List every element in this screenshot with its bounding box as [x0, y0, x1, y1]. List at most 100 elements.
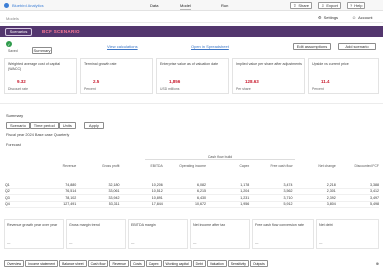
edit-assumptions-button[interactable]: Edit assumptions	[293, 43, 331, 50]
app-logo-icon	[4, 3, 9, 8]
mini-title: Gross margin trend	[69, 223, 100, 227]
column-header[interactable]: Net change	[293, 164, 335, 178]
table-cell: 3,804	[326, 202, 336, 207]
kpi-card-wacc[interactable]: Weighted average cost of capital (WACC) …	[4, 58, 77, 94]
check-icon: ✓	[6, 41, 12, 47]
top-bar: Bluebird Analytics Data Model Run ⇧ Shar…	[0, 0, 383, 11]
status-text: Saved	[8, 49, 18, 53]
kpi-title: Terminal growth rate	[84, 62, 117, 66]
sheet-tab-costs[interactable]: Costs	[130, 260, 145, 267]
mini-card-gross-margin[interactable]: Gross margin trend —	[66, 219, 126, 249]
table-header: Cash flow build Revenue Gross profit EBI…	[5, 152, 379, 180]
column-header[interactable]: Gross profit	[76, 164, 120, 178]
mini-value: —	[131, 241, 135, 245]
open-spreadsheet-link[interactable]: Open in Spreadsheet	[191, 44, 229, 49]
table-cell: 3,474	[283, 182, 293, 187]
mini-card-fcf-conversion[interactable]: Free cash flow conversion rate —	[252, 219, 314, 249]
account-link[interactable]: ☺ Account	[352, 15, 373, 20]
mini-value: —	[69, 241, 73, 245]
row-label: Q4	[5, 202, 10, 207]
table-cell: 3,497	[370, 195, 379, 200]
sheet-tab-overview[interactable]: Overview	[4, 260, 25, 267]
column-header[interactable]: Discounted FCF	[336, 164, 380, 178]
export-icon: ⇩	[321, 3, 325, 8]
sheet-tab-revenue[interactable]: Revenue	[109, 260, 130, 267]
table-cell: 6,082	[197, 182, 206, 187]
help-icon: ?	[350, 3, 353, 8]
mini-card-net-income[interactable]: Net income after tax —	[190, 219, 250, 249]
table-cell: 17,844	[151, 202, 163, 207]
table-group-header: Cash flow build	[145, 155, 295, 160]
column-header[interactable]: Free cash flow	[249, 164, 292, 178]
share-label: Share	[298, 3, 310, 8]
column-header[interactable]: Capex	[206, 164, 249, 178]
column-header[interactable]: EBITDA	[120, 164, 163, 178]
table-cell: 53,311	[108, 202, 120, 207]
sheet-tab-valuation[interactable]: Valuation	[206, 260, 227, 267]
table-cell: 5,498	[370, 202, 379, 207]
help-button[interactable]: ? Help	[347, 2, 366, 9]
table-cell: 76,514	[65, 189, 77, 194]
table-cell: 5,912	[283, 202, 293, 207]
table-cell: 10,891	[151, 195, 163, 200]
sheet-tab-debt[interactable]: Debt	[192, 260, 206, 267]
section-divider	[0, 103, 383, 104]
settings-label: Settings	[323, 15, 339, 20]
sheet-tab-balance-sheet[interactable]: Balance sheet	[59, 260, 87, 267]
kpi-value: 9.32	[17, 79, 26, 84]
table-cell: 1,956	[240, 202, 250, 207]
user-icon: ☺	[352, 15, 357, 20]
brand-name: Bluebird Analytics	[12, 3, 44, 8]
apply-filters-button[interactable]: Apply	[83, 122, 104, 129]
kpi-card-enterprise-value[interactable]: Enterprise value as of valuation date 1,…	[156, 58, 229, 94]
share-button[interactable]: ⇧ Share	[290, 2, 313, 9]
sheet-tab-sensitivity[interactable]: Sensitivity	[227, 260, 249, 267]
export-button[interactable]: ⇩ Export	[318, 2, 341, 9]
table-cell: 3,710	[283, 195, 293, 200]
nav-item-run[interactable]: Run	[221, 3, 228, 8]
table-cell: 10,672	[195, 202, 206, 207]
mini-card-ebitda-margin[interactable]: EBITDA margin —	[128, 219, 188, 249]
table-cell: 2,392	[326, 195, 336, 200]
sheet-tab-cash-flow[interactable]: Cash flow	[87, 260, 109, 267]
brand[interactable]: Bluebird Analytics	[4, 3, 44, 8]
filter-units[interactable]: Units	[58, 122, 76, 129]
add-scenario-button[interactable]: Add scenario	[338, 43, 376, 50]
filter-time-period[interactable]: Time period	[29, 122, 59, 129]
table-cell: 127,491	[63, 202, 77, 207]
kpi-caption: USD millions	[160, 87, 180, 91]
sheet-tab-income-statement[interactable]: Income statement	[25, 260, 59, 267]
kpi-card-growth[interactable]: Terminal growth rate 2.5 Percent	[80, 58, 153, 94]
table-cell: 6,215	[197, 189, 206, 194]
kpi-card-value-per-share[interactable]: Implied value per share after adjustment…	[232, 58, 305, 94]
export-label: Export	[326, 3, 338, 8]
row-header-spacer	[5, 164, 33, 178]
mini-card-net-debt[interactable]: Net debt —	[316, 219, 379, 249]
settings-link[interactable]: ⚙ Settings	[318, 15, 338, 20]
kpi-value: 2.5	[93, 79, 100, 84]
tab-summary[interactable]: Summary	[32, 47, 52, 54]
sheet-tab-capex[interactable]: Capex	[145, 260, 162, 267]
filter-scenario[interactable]: Scenario	[6, 122, 30, 129]
gear-icon: ⚙	[318, 15, 322, 20]
kpi-card-upside[interactable]: Upside vs current price 11.4 Percent	[308, 58, 379, 94]
table-row[interactable]: Q4 127,491 53,311 17,844 10,672 1,956 5,…	[5, 202, 379, 208]
kpi-caption: Percent	[312, 87, 324, 91]
section-title: Summary	[6, 113, 24, 118]
table-cell: 3,388	[370, 182, 379, 187]
breadcrumb[interactable]: Models	[6, 16, 19, 21]
nav-item-model[interactable]: Model	[180, 3, 191, 10]
nav-item-data[interactable]: Data	[150, 3, 158, 8]
table-cell: 6,430	[197, 195, 206, 200]
view-calculations-link[interactable]: View calculations	[107, 44, 138, 49]
sheet-tab-working-capital[interactable]: Working capital	[162, 260, 192, 267]
table-cell: 3,562	[283, 189, 293, 194]
row-label: Q2	[5, 189, 10, 194]
mini-card-revenue-growth[interactable]: Revenue growth year over year —	[4, 219, 64, 249]
sheet-tab-outputs[interactable]: Outputs	[250, 260, 268, 267]
add-sheet-icon[interactable]: ⊕	[376, 261, 379, 266]
column-header[interactable]: Revenue	[33, 164, 77, 178]
scenarios-button[interactable]: Scenarios	[5, 27, 32, 36]
table-cell: 1,204	[240, 189, 250, 194]
column-header[interactable]: Operating income	[163, 164, 206, 178]
